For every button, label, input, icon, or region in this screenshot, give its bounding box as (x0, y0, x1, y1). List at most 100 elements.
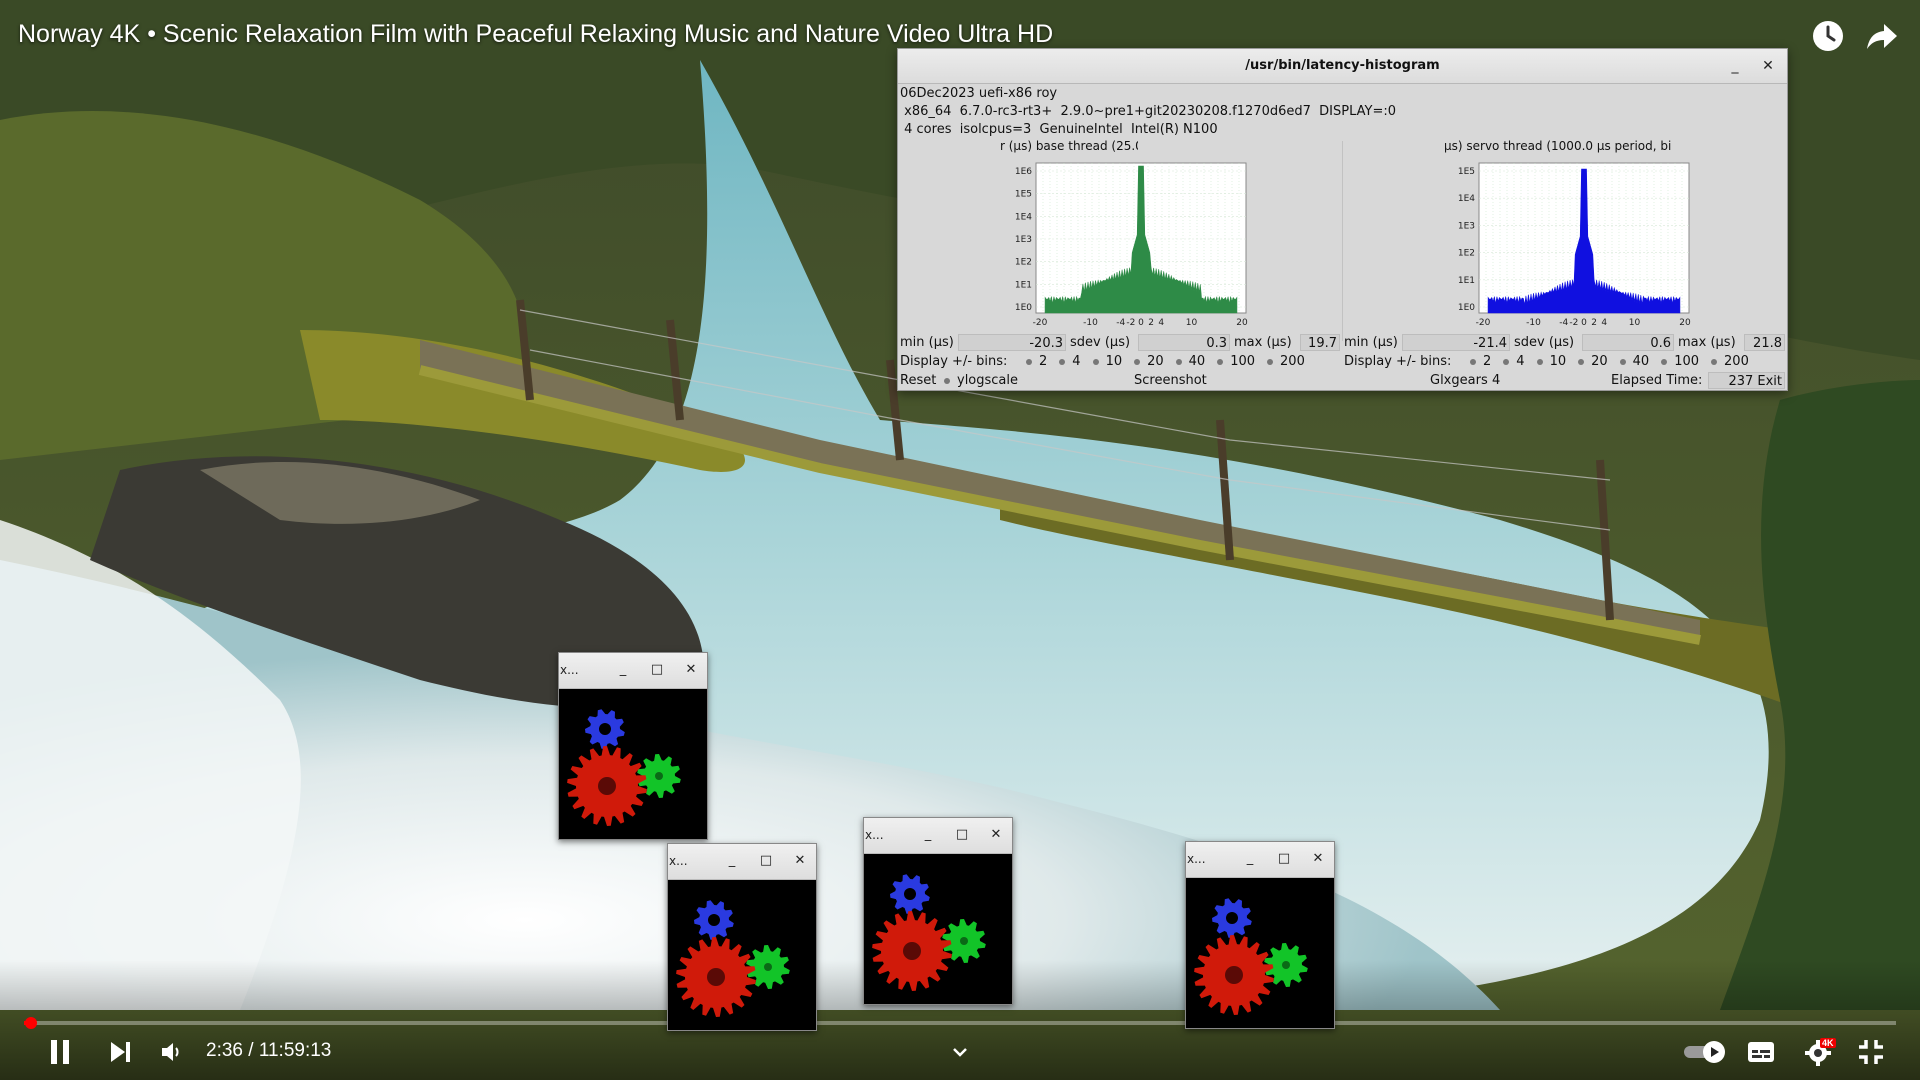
system-info-line-2: x86_64 6.7.0-rc3-rt3+ 2.9.0~pre1+git2023… (900, 104, 1396, 119)
progress-bar[interactable] (24, 1017, 1896, 1029)
sdev-value: 0.3 (1138, 334, 1230, 351)
y-tick-label: 1E4 (1458, 194, 1475, 204)
y-tick-label: 1E1 (1015, 280, 1032, 290)
reset-button[interactable]: Reset (900, 372, 936, 389)
bins-option-label: 100 (1674, 354, 1700, 369)
bins-option-label: 200 (1280, 354, 1305, 369)
latency-histogram-window[interactable]: /usr/bin/latency-histogram _ ✕ 06Dec2023… (897, 48, 1788, 391)
stats-row: min (µs) -20.3 sdev (µs) 0.3 max (µs) 19… (898, 334, 1787, 352)
min-label: min (µs) (1344, 335, 1398, 350)
y-tick-label: 1E3 (1458, 221, 1475, 231)
minimize-button[interactable]: _ (918, 825, 938, 845)
bins-option-label: 2 (1483, 354, 1492, 369)
minimize-button[interactable]: _ (722, 851, 742, 871)
bins-radio-200[interactable] (1711, 358, 1718, 365)
bins-options[interactable]: 2 4 10 20 40 100 200 (1466, 353, 1757, 370)
gears-render (676, 900, 790, 1017)
autoplay-toggle[interactable] (1682, 1036, 1728, 1068)
volume-button[interactable] (156, 1036, 188, 1068)
close-button[interactable]: ✕ (1757, 55, 1779, 77)
max-value: 19.7 (1300, 334, 1340, 351)
ylogscale-checkbox[interactable] (944, 377, 950, 384)
bins-radio-100[interactable] (1661, 358, 1668, 365)
max-value: 21.8 (1744, 334, 1785, 351)
glxgears-window[interactable]: x... _ □ ✕ (1185, 841, 1335, 1029)
autoplay-toggle-icon (1684, 1041, 1725, 1063)
bins-radio-10[interactable] (1536, 358, 1543, 365)
bins-radio-20[interactable] (1134, 358, 1141, 365)
window-titlebar[interactable]: x... _ □ ✕ (668, 844, 816, 880)
glxgears-window[interactable]: x... _ □ ✕ (558, 652, 708, 840)
bins-radio-2[interactable] (1026, 358, 1032, 365)
minimize-button[interactable]: _ (1240, 849, 1260, 869)
gear-hub (1225, 966, 1243, 984)
system-info-line-3: 4 cores isolcpus=3 GenuineIntel Intel(R)… (900, 122, 1218, 137)
video-title[interactable]: Norway 4K • Scenic Relaxation Film with … (18, 20, 1053, 49)
bins-label: Display +/- bins: (1344, 354, 1452, 369)
minimize-button[interactable]: _ (613, 660, 633, 680)
window-titlebar[interactable]: x... _ □ ✕ (559, 653, 707, 689)
maximize-button[interactable]: □ (952, 825, 972, 845)
bins-radio-40[interactable] (1619, 358, 1626, 365)
bins-option-label: 100 (1230, 354, 1256, 369)
bins-radio-40[interactable] (1175, 358, 1182, 365)
glxgears-window[interactable]: x... _ □ ✕ (863, 817, 1013, 1005)
bins-radio-4[interactable] (1503, 358, 1510, 365)
close-button[interactable]: ✕ (790, 851, 810, 871)
y-tick-label: 1E0 (1458, 303, 1475, 313)
min-label: min (µs) (900, 335, 954, 350)
glxgears-window[interactable]: x... _ □ ✕ (667, 843, 817, 1031)
gear-hub (1226, 912, 1238, 924)
share-arrow-icon[interactable] (1864, 18, 1900, 54)
close-button[interactable]: ✕ (681, 660, 701, 680)
bins-radio-100[interactable] (1217, 358, 1224, 365)
x-tick-label: 0 (1138, 318, 1144, 328)
x-tick-label: 4 (1601, 318, 1607, 328)
x-tick-label: 0 (1581, 318, 1587, 328)
window-titlebar[interactable]: x... _ □ ✕ (1186, 842, 1334, 878)
subtitles-button[interactable] (1744, 1036, 1778, 1068)
settings-button[interactable]: 4K (1800, 1036, 1838, 1068)
gear-hub (960, 937, 968, 945)
bins-option-label: 40 (1632, 354, 1650, 369)
subtitles-icon (1748, 1042, 1774, 1062)
max-label: max (µs) (1678, 335, 1736, 350)
chapters-toggle[interactable] (948, 1040, 972, 1064)
close-button[interactable]: ✕ (986, 825, 1006, 845)
y-tick-label: 1E5 (1458, 167, 1475, 177)
window-titlebar[interactable]: x... _ □ ✕ (864, 818, 1012, 854)
glxgears-label: Glxgears (1430, 373, 1488, 388)
maximize-button[interactable]: □ (756, 851, 776, 871)
bins-radio-10[interactable] (1092, 358, 1099, 365)
x-tick-label: -4 (1116, 318, 1125, 328)
screenshot-button[interactable]: Screenshot (1134, 372, 1207, 389)
next-button[interactable] (104, 1036, 136, 1068)
clock-icon[interactable] (1810, 18, 1846, 54)
pause-button[interactable] (42, 1036, 78, 1068)
bins-option-label: 4 (1072, 354, 1081, 369)
ylogscale-toggle[interactable]: ylogscale (940, 372, 1018, 389)
servo-thread-histogram: 1E51E41E31E21E11E0-20 -10 -4 -2 0 2 4 10 20 (1458, 162, 1691, 328)
x-tick-label: -2 (1569, 318, 1578, 328)
exit-fullscreen-button[interactable] (1854, 1036, 1888, 1068)
window-titlebar[interactable]: /usr/bin/latency-histogram _ ✕ (898, 49, 1787, 84)
gear-hub (708, 914, 720, 926)
bins-options[interactable]: 2 4 10 20 40 100 200 (1022, 353, 1313, 370)
maximize-button[interactable]: □ (1274, 849, 1294, 869)
gears-render (872, 874, 986, 991)
bottom-row: Reset ylogscale Screenshot Glxgears 4 El… (898, 372, 1787, 390)
gear-hub (707, 968, 725, 986)
elapsed-time-label: Elapsed Time: (1611, 373, 1703, 388)
maximize-button[interactable]: □ (647, 660, 667, 680)
bins-radio-4[interactable] (1059, 358, 1066, 365)
bins-option-label: 20 (1147, 354, 1164, 369)
bins-row: Display +/- bins: 2 4 10 20 40 100 200 Display… (898, 353, 1787, 371)
bins-option-label: 4 (1516, 354, 1525, 369)
close-button[interactable]: ✕ (1308, 849, 1328, 869)
progress-scrubber-handle[interactable] (24, 1017, 37, 1029)
bins-radio-20[interactable] (1578, 358, 1585, 365)
minimize-button[interactable]: _ (1724, 55, 1746, 77)
glxgears-count[interactable]: 4 (1492, 372, 1500, 389)
bins-radio-2[interactable] (1470, 358, 1476, 365)
bins-radio-200[interactable] (1267, 358, 1274, 365)
